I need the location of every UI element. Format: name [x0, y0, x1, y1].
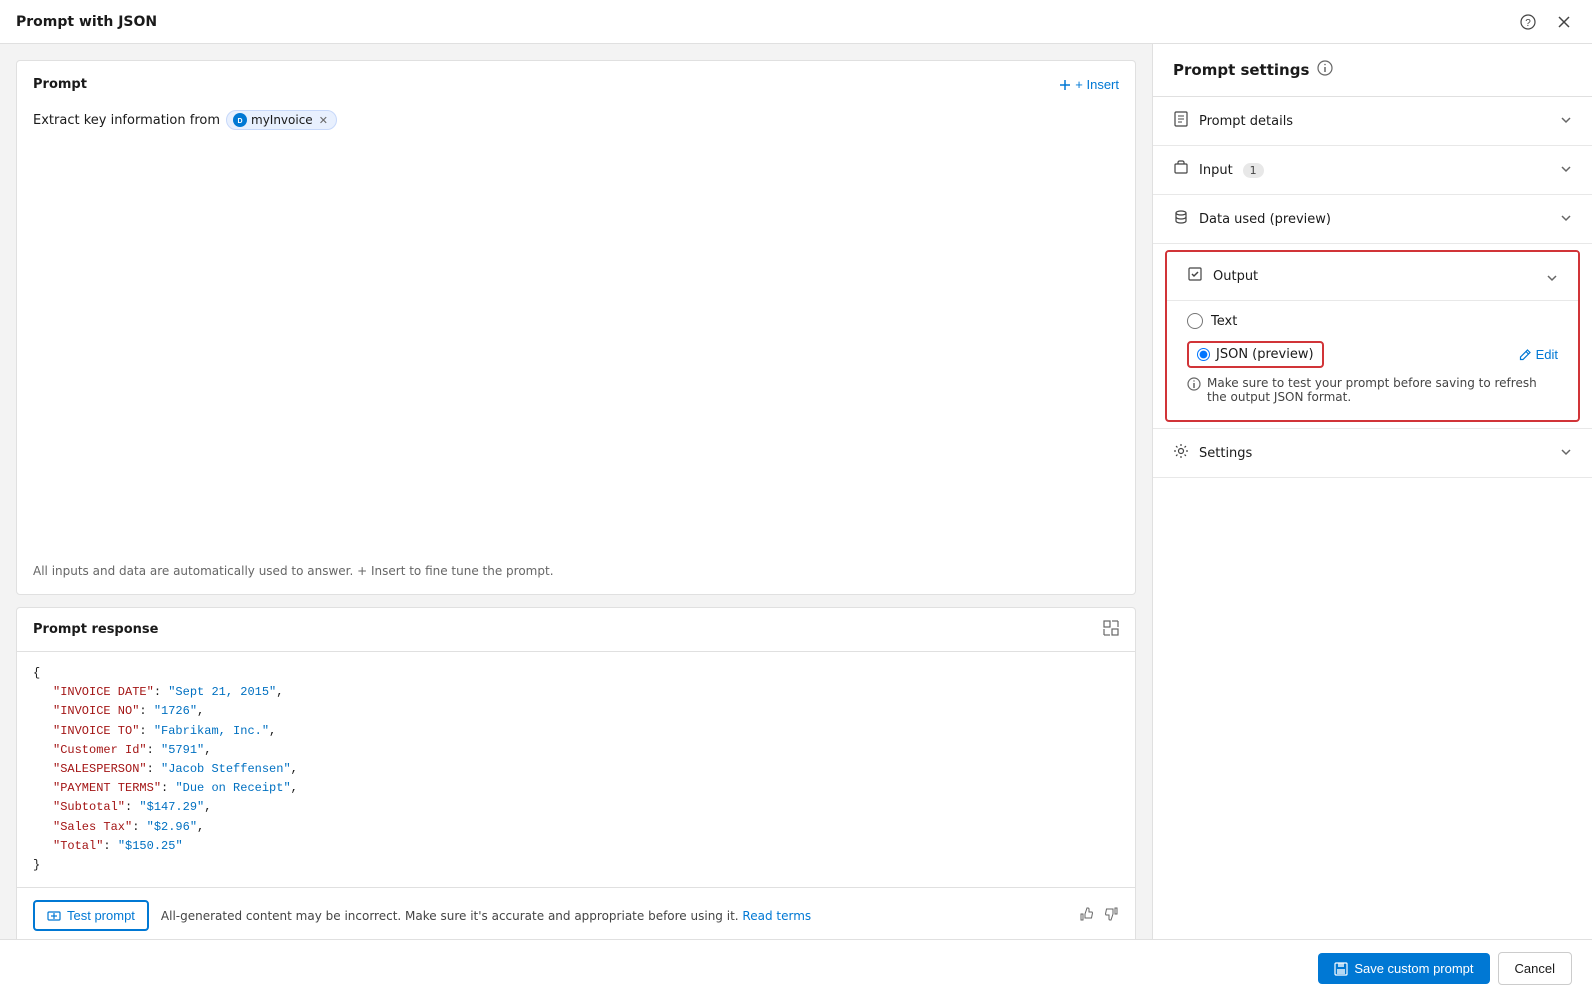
- output-body: Text JSON (preview): [1167, 300, 1578, 420]
- text-radio-input[interactable]: [1187, 313, 1203, 329]
- titlebar-actions: ?: [1516, 10, 1576, 34]
- data-used-header[interactable]: Data used (preview): [1153, 195, 1592, 243]
- settings-chevron: [1560, 446, 1572, 461]
- input-left: Input 1: [1173, 160, 1264, 180]
- prompt-details-label: Prompt details: [1199, 114, 1293, 129]
- right-panel: Prompt settings: [1152, 44, 1592, 939]
- help-button[interactable]: ?: [1516, 10, 1540, 34]
- read-terms-link[interactable]: Read terms: [742, 909, 811, 923]
- save-label: Save custom prompt: [1354, 961, 1473, 976]
- cancel-label: Cancel: [1515, 961, 1555, 976]
- save-button[interactable]: Save custom prompt: [1318, 953, 1489, 984]
- prompt-text: Extract key information from: [33, 113, 220, 128]
- data-used-chevron: [1560, 212, 1572, 227]
- insert-button[interactable]: + Insert: [1059, 77, 1119, 92]
- prompt-details-chevron: [1560, 114, 1572, 129]
- thumbs-down-button[interactable]: [1103, 906, 1119, 925]
- accordion-output: Output Text: [1153, 244, 1592, 429]
- response-header: Prompt response: [17, 608, 1135, 652]
- response-title: Prompt response: [33, 622, 158, 637]
- feedback-icons: [1079, 906, 1119, 925]
- output-left: Output: [1187, 266, 1258, 286]
- tag-label: myInvoice: [251, 113, 313, 127]
- titlebar: Prompt with JSON ?: [0, 0, 1592, 44]
- json-radio-input[interactable]: [1197, 348, 1210, 361]
- output-header[interactable]: Output: [1167, 252, 1578, 300]
- json-radio-label: JSON (preview): [1216, 347, 1314, 362]
- prompt-details-icon: [1173, 111, 1189, 131]
- right-panel-spacer: [1153, 478, 1592, 939]
- input-icon: [1173, 160, 1189, 180]
- edit-button[interactable]: Edit: [1518, 347, 1558, 362]
- left-panel: Prompt + Insert Extract key information …: [0, 44, 1152, 939]
- settings-info-icon[interactable]: [1317, 60, 1333, 80]
- settings-label: Settings: [1199, 446, 1252, 461]
- window-title: Prompt with JSON: [16, 14, 157, 30]
- json-option-row: JSON (preview) Edit: [1187, 341, 1558, 368]
- settings-left: Settings: [1173, 443, 1252, 463]
- output-label: Output: [1213, 269, 1258, 284]
- test-prompt-button[interactable]: Test prompt: [33, 900, 149, 931]
- note-info-icon: [1187, 377, 1201, 395]
- insert-label: + Insert: [1075, 77, 1119, 92]
- accordion-input: Input 1: [1153, 146, 1592, 195]
- json-option-left: JSON (preview): [1187, 341, 1324, 368]
- prompt-details-header[interactable]: Prompt details: [1153, 97, 1592, 145]
- response-footer: Test prompt All-generated content may be…: [17, 887, 1135, 939]
- output-chevron: [1546, 269, 1558, 284]
- prompt-hint: All inputs and data are automatically us…: [33, 364, 1119, 578]
- json-radio-highlighted: JSON (preview): [1187, 341, 1324, 368]
- prompt-card-title: Prompt: [33, 77, 87, 92]
- prompt-card-header: Prompt + Insert: [33, 77, 1119, 92]
- input-badge: 1: [1243, 163, 1264, 178]
- prompt-input-area[interactable]: Extract key information from D myInvoice…: [33, 104, 1119, 136]
- svg-text:D: D: [237, 118, 242, 125]
- input-header[interactable]: Input 1: [1153, 146, 1592, 194]
- output-icon: [1187, 266, 1203, 286]
- expand-button[interactable]: [1103, 620, 1119, 639]
- prompt-details-left: Prompt details: [1173, 111, 1293, 131]
- disclaimer-text: All-generated content may be incorrect. …: [161, 909, 1067, 923]
- json-note: Make sure to test your prompt before sav…: [1187, 376, 1558, 404]
- text-radio-option[interactable]: Text: [1187, 313, 1558, 329]
- settings-icon: [1173, 443, 1189, 463]
- prompt-tag[interactable]: D myInvoice ✕: [226, 110, 337, 130]
- response-body: { "INVOICE DATE": "Sept 21, 2015", "INVO…: [17, 652, 1135, 887]
- cancel-button[interactable]: Cancel: [1498, 952, 1572, 985]
- tag-icon: D: [233, 113, 247, 127]
- close-button[interactable]: [1552, 10, 1576, 34]
- tag-close-icon[interactable]: ✕: [319, 114, 328, 127]
- prompt-empty-space: [33, 136, 1119, 356]
- edit-label: Edit: [1536, 347, 1558, 362]
- accordion-settings: Settings: [1153, 429, 1592, 478]
- main-content: Prompt + Insert Extract key information …: [0, 44, 1592, 939]
- accordion-prompt-details: Prompt details: [1153, 97, 1592, 146]
- settings-header[interactable]: Settings: [1153, 429, 1592, 477]
- data-used-icon: [1173, 209, 1189, 229]
- prompt-card: Prompt + Insert Extract key information …: [16, 60, 1136, 595]
- input-label: Input: [1199, 163, 1233, 178]
- text-radio-label: Text: [1211, 314, 1237, 329]
- bottom-bar: Save custom prompt Cancel: [0, 939, 1592, 997]
- svg-text:?: ?: [1525, 18, 1531, 29]
- accordion-data-used: Data used (preview): [1153, 195, 1592, 244]
- data-used-label: Data used (preview): [1199, 212, 1331, 227]
- response-card: Prompt response { "INVOICE DATE": "Sept …: [16, 607, 1136, 939]
- test-prompt-label: Test prompt: [67, 908, 135, 923]
- thumbs-up-button[interactable]: [1079, 906, 1095, 925]
- right-panel-title: Prompt settings: [1173, 61, 1309, 79]
- right-panel-header: Prompt settings: [1153, 44, 1592, 97]
- data-used-left: Data used (preview): [1173, 209, 1331, 229]
- json-note-text: Make sure to test your prompt before sav…: [1207, 376, 1558, 404]
- input-chevron: [1560, 163, 1572, 178]
